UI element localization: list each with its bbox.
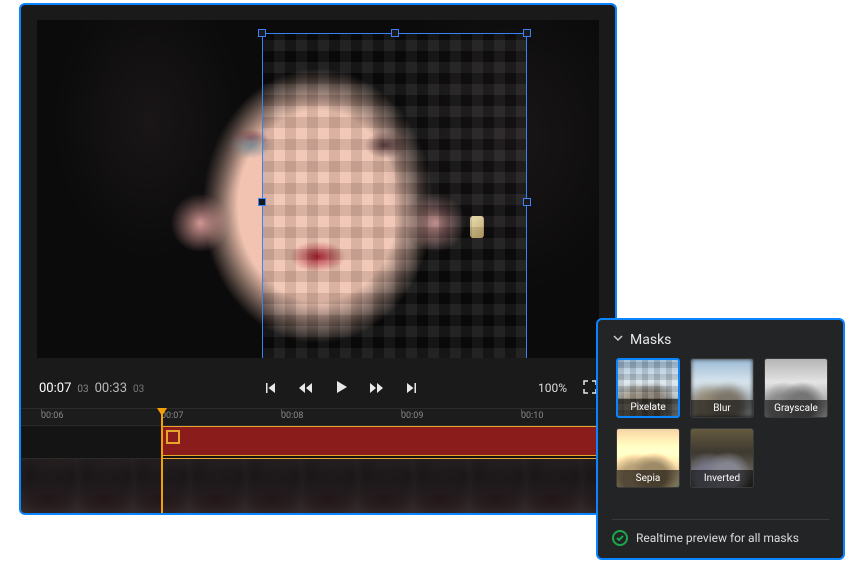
check-circle-icon	[612, 530, 628, 546]
mask-label: Pixelate	[618, 399, 678, 416]
ruler-tick: 00:07	[161, 411, 183, 421]
mask-label: Grayscale	[765, 400, 827, 417]
time-display: 00:07 03 00:33 03	[39, 381, 144, 396]
timeline-ruler[interactable]: 00:06 00:07 00:08 00:09 00:10	[21, 408, 615, 426]
thumbnail[interactable]	[413, 459, 469, 515]
ruler-tick: 00:10	[521, 411, 543, 421]
fullscreen-icon[interactable]	[583, 379, 597, 398]
mask-option-sepia[interactable]: Sepia	[616, 428, 680, 488]
chevron-down-icon	[612, 332, 624, 348]
thumbnail[interactable]	[245, 459, 301, 515]
play-icon[interactable]	[334, 379, 348, 398]
thumbnail[interactable]	[469, 459, 525, 515]
zoom-level[interactable]: 100%	[538, 381, 567, 395]
thumbnail[interactable]	[301, 459, 357, 515]
mask-clip[interactable]	[161, 426, 615, 456]
thumbnail[interactable]	[357, 459, 413, 515]
playhead[interactable]	[161, 408, 163, 515]
ruler-tick: 00:06	[41, 411, 63, 421]
preview-image-hair	[37, 20, 599, 358]
transport-bar: 00:07 03 00:33 03 100%	[21, 368, 615, 408]
mask-label: Inverted	[691, 470, 753, 487]
current-frame: 03	[77, 384, 88, 395]
realtime-preview-row: Realtime preview for all masks	[612, 519, 829, 546]
mask-label: Blur	[691, 400, 753, 417]
thumbnail[interactable]	[77, 459, 133, 515]
skip-start-icon[interactable]	[264, 379, 276, 398]
mask-option-inverted[interactable]: Inverted	[690, 428, 754, 488]
current-time: 00:07	[39, 381, 71, 396]
mask-label: Sepia	[617, 470, 679, 487]
thumbnail[interactable]	[189, 459, 245, 515]
skip-end-icon[interactable]	[406, 379, 418, 398]
duration-frame: 03	[133, 384, 144, 395]
masks-header[interactable]: Masks	[612, 332, 829, 348]
thumbnail[interactable]	[525, 459, 581, 515]
thumbnail-track[interactable]	[21, 458, 615, 514]
mask-option-blur[interactable]: Blur	[690, 358, 754, 418]
duration: 00:33	[95, 381, 127, 396]
video-editor-panel: 00:07 03 00:33 03 100%	[19, 3, 617, 515]
zoom-fullscreen: 100%	[538, 379, 597, 398]
fast-forward-icon[interactable]	[370, 379, 384, 398]
ruler-tick: 00:09	[401, 411, 423, 421]
preview-earring	[470, 216, 484, 238]
ruler-tick: 00:08	[281, 411, 303, 421]
rewind-icon[interactable]	[298, 379, 312, 398]
masks-panel: Masks Pixelate Blur Grayscale Sepia Inve…	[596, 318, 845, 560]
timeline[interactable]: 00:06 00:07 00:08 00:09 00:10	[21, 408, 615, 515]
mask-grid: Pixelate Blur Grayscale Sepia Inverted	[616, 358, 829, 488]
transport-controls	[144, 379, 538, 398]
realtime-preview-label: Realtime preview for all masks	[636, 531, 799, 545]
mask-option-pixelate[interactable]: Pixelate	[616, 358, 680, 418]
video-preview[interactable]	[37, 20, 599, 358]
thumbnail[interactable]	[21, 459, 77, 515]
mask-option-grayscale[interactable]: Grayscale	[764, 358, 828, 418]
masks-title: Masks	[630, 332, 671, 348]
